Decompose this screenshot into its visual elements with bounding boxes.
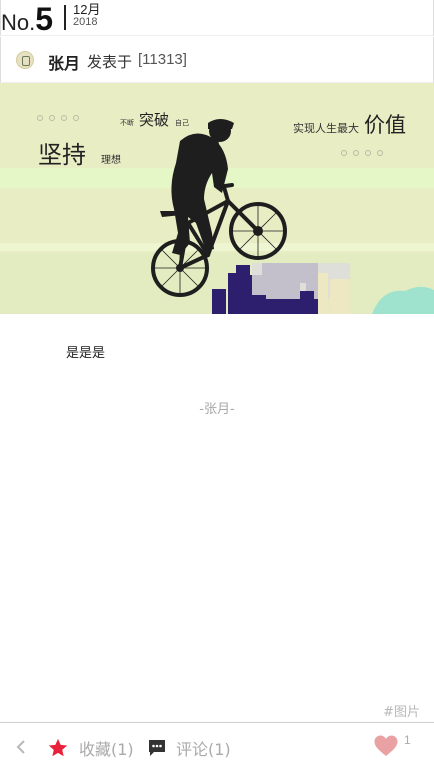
banner-word-break: 突破: [139, 111, 169, 129]
post-id: [11313]: [138, 51, 187, 68]
banner-word-realize: 实现人生最大: [293, 121, 359, 135]
issue-number: 5: [35, 1, 54, 37]
banner-word-value: 价值: [364, 113, 406, 137]
author-row: 张月 发表于 [11313]: [0, 37, 434, 83]
comment-icon: [149, 740, 165, 756]
issue-prefix: No.: [1, 10, 36, 35]
heart-icon: [374, 735, 398, 756]
banner-illustration: 不断 突破 自己 坚持 理想 实现人生最大 价值: [0, 83, 434, 314]
bottom-action-bar: 收藏(1) 评论(1) 1: [0, 722, 434, 772]
banner-word-small-2: 自己: [175, 118, 189, 127]
issue-label: No. 5: [1, 1, 54, 37]
post-content: 是是是: [66, 346, 106, 361]
issue-header: No. 5 12月 2018: [0, 0, 434, 36]
comment-label: 评论(1): [176, 740, 231, 759]
banner-word-small-1: 不断: [120, 118, 134, 127]
banner-word-ideal: 理想: [101, 153, 121, 166]
back-button[interactable]: [12, 735, 32, 759]
post-tag[interactable]: #图片: [383, 701, 420, 720]
favorite-button[interactable]: 收藏(1): [47, 735, 134, 761]
posted-label: 发表于: [87, 53, 133, 71]
like-button[interactable]: [373, 733, 399, 759]
chevron-left-icon: [16, 740, 25, 754]
like-count: 1: [404, 733, 411, 747]
date-divider: [64, 5, 66, 30]
avatar[interactable]: [16, 51, 34, 69]
star-icon: [48, 738, 68, 757]
banner-word-persist: 坚持: [38, 141, 86, 169]
favorite-label: 收藏(1): [79, 740, 134, 759]
comment-button[interactable]: 评论(1): [147, 735, 231, 761]
post-signature: -张月-: [199, 402, 235, 417]
post-image[interactable]: 不断 突破 自己 坚持 理想 实现人生最大 价值: [0, 83, 434, 314]
author-name[interactable]: 张月: [48, 50, 80, 74]
issue-date: 12月 2018: [73, 3, 100, 29]
issue-month: 12月: [73, 2, 101, 17]
issue-year: 2018: [73, 16, 98, 28]
